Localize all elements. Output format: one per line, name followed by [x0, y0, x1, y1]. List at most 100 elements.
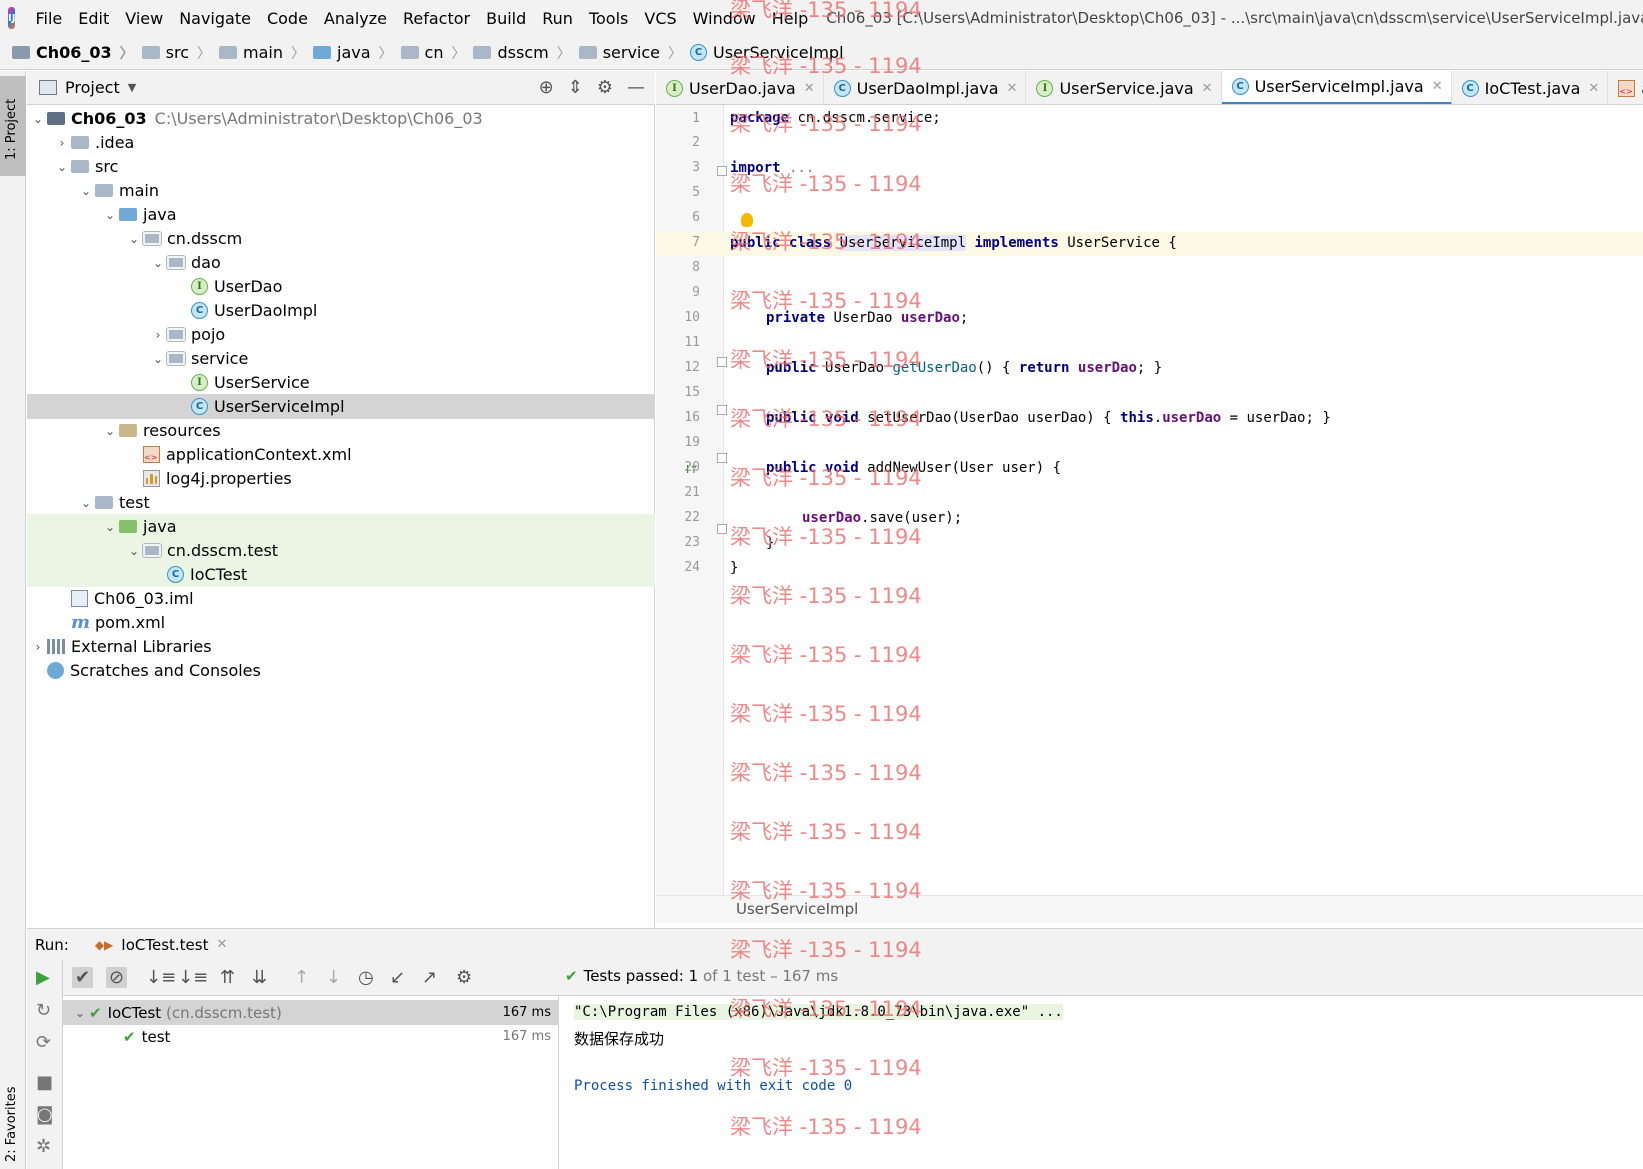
close-icon[interactable]: ✕: [804, 81, 815, 96]
run-tab-ioctest[interactable]: ◆▶ IoCTest.test ✕: [95, 936, 228, 954]
tree-item-src[interactable]: ⌄ src: [27, 154, 655, 179]
menu-tools[interactable]: Tools: [581, 9, 636, 28]
fold-icon[interactable]: [717, 405, 727, 415]
breadcrumb-item-project[interactable]: Ch06_03 〉: [12, 43, 142, 63]
gear-icon[interactable]: ⚙: [456, 967, 472, 988]
menu-refactor[interactable]: Refactor: [395, 9, 478, 28]
project-tool-tab[interactable]: 1: Project: [0, 76, 26, 176]
tree-item-userservice[interactable]: I UserService: [27, 370, 655, 395]
tree-item-applicationcontext[interactable]: <> applicationContext.xml: [27, 442, 655, 467]
tree-item-test-java[interactable]: ⌄ java: [27, 514, 655, 539]
fold-icon[interactable]: [717, 166, 727, 176]
export-tests-icon[interactable]: ↗: [422, 967, 437, 988]
tree-item-project-root[interactable]: ⌄ Ch06_03 C:\Users\Administrator\Desktop…: [27, 106, 655, 131]
chevron-down-icon[interactable]: ⌄: [149, 352, 167, 366]
menu-help[interactable]: Help: [764, 9, 816, 28]
tab-userdaoimpl-java[interactable]: C UserDaoImpl.java ✕: [824, 71, 1027, 104]
show-ignored-icon[interactable]: ⊘: [106, 967, 128, 988]
chevron-down-icon[interactable]: ⌄: [125, 232, 143, 246]
menu-window[interactable]: Window: [685, 9, 764, 28]
menu-code[interactable]: Code: [259, 9, 316, 28]
tree-item-external-libraries[interactable]: › External Libraries: [27, 634, 655, 659]
chevron-down-icon[interactable]: ⌄: [101, 208, 119, 222]
favorites-tool-tab[interactable]: 2: Favorites: [0, 1050, 26, 1169]
breadcrumb-item-java[interactable]: java 〉: [313, 43, 401, 63]
tree-item-cn-dsscm-test[interactable]: ⌄ cn.dsscm.test: [27, 538, 655, 563]
chevron-down-icon[interactable]: ⌄: [77, 496, 95, 510]
menu-analyze[interactable]: Analyze: [316, 9, 395, 28]
chevron-right-icon[interactable]: ›: [53, 136, 71, 150]
tree-item-scratches[interactable]: Scratches and Consoles: [27, 658, 655, 683]
tree-item-cn-dsscm[interactable]: ⌄ cn.dsscm: [27, 226, 655, 251]
menu-vcs[interactable]: VCS: [636, 9, 684, 28]
close-icon[interactable]: ✕: [1202, 81, 1213, 96]
menu-view[interactable]: View: [117, 9, 171, 28]
lightbulb-icon[interactable]: [741, 213, 753, 227]
minimize-icon[interactable]: —: [627, 77, 645, 98]
test-row-ioctest[interactable]: ⌄ ✔ IoCTest (cn.dsscm.test) 167 ms: [63, 1000, 559, 1025]
breadcrumb-item-userserviceimpl[interactable]: C UserServiceImpl: [690, 43, 844, 62]
chevron-right-icon[interactable]: ›: [149, 328, 167, 342]
tree-item-resources[interactable]: ⌄ resources: [27, 418, 655, 443]
rerun-icon[interactable]: ▶: [36, 967, 50, 988]
tree-item-service[interactable]: ⌄ service: [27, 346, 655, 371]
chevron-down-icon[interactable]: ⌄: [149, 256, 167, 270]
breadcrumb-item-main[interactable]: main 〉: [219, 43, 313, 63]
test-history-icon[interactable]: ◷: [358, 967, 374, 988]
import-tests-icon[interactable]: ↙: [390, 967, 405, 988]
tree-item-userserviceimpl[interactable]: C UserServiceImpl: [27, 394, 655, 419]
tree-item-main[interactable]: ⌄ main: [27, 178, 655, 203]
gear-icon[interactable]: ⚙: [597, 77, 613, 98]
close-icon[interactable]: ✕: [1007, 81, 1018, 96]
stop-icon[interactable]: ■: [36, 1072, 53, 1093]
close-icon[interactable]: ✕: [1432, 79, 1443, 94]
fold-icon[interactable]: [717, 453, 727, 463]
tree-item-pom[interactable]: m pom.xml: [27, 610, 655, 635]
tree-item-ioctest[interactable]: C IoCTest: [27, 562, 655, 587]
tab-userserviceimpl-java[interactable]: C UserServiceImpl.java ✕: [1221, 71, 1452, 104]
tree-item-idea[interactable]: › .idea: [27, 130, 655, 155]
close-icon[interactable]: ✕: [1588, 81, 1599, 96]
collapse-all-icon[interactable]: ⇕: [568, 77, 583, 98]
close-icon[interactable]: ✕: [216, 937, 227, 952]
chevron-down-icon[interactable]: ⌄: [71, 1006, 89, 1020]
chevron-down-icon[interactable]: ⌄: [101, 424, 119, 438]
tab-userdao-java[interactable]: I UserDao.java ✕: [656, 71, 824, 104]
breadcrumb-item-dsscm[interactable]: dsscm 〉: [473, 43, 578, 63]
menu-file[interactable]: File: [27, 9, 70, 28]
breadcrumb-item-src[interactable]: src 〉: [141, 43, 219, 63]
collapse-all-icon[interactable]: ⇊: [252, 967, 267, 988]
chevron-down-icon[interactable]: ⌄: [101, 520, 119, 534]
tree-item-java[interactable]: ⌄ java: [27, 202, 655, 227]
chevron-down-icon[interactable]: ⌄: [125, 544, 143, 558]
rerun-failed-icon[interactable]: ↻: [36, 1000, 51, 1021]
code-editor[interactable]: [724, 105, 1643, 895]
tab-ioctest-java[interactable]: C IoCTest.java ✕: [1452, 71, 1609, 104]
expand-all-icon[interactable]: ⇈: [220, 967, 235, 988]
chevron-right-icon[interactable]: ›: [29, 640, 47, 654]
chevron-down-icon[interactable]: ⌄: [53, 160, 71, 174]
debug-icon[interactable]: ✲: [36, 1136, 51, 1157]
breadcrumb-item-cn[interactable]: cn 〉: [400, 43, 474, 63]
chevron-down-icon[interactable]: ⌄: [29, 112, 47, 126]
tree-item-log4j[interactable]: log4j.properties: [27, 466, 655, 491]
locate-target-icon[interactable]: ⊕: [539, 77, 554, 98]
sort-by-duration-icon[interactable]: ↓≡: [178, 967, 208, 988]
show-passed-icon[interactable]: ✔: [72, 967, 94, 988]
menu-edit[interactable]: Edit: [70, 9, 117, 28]
tree-item-dao[interactable]: ⌄ dao: [27, 250, 655, 275]
previous-failed-icon[interactable]: ↑: [294, 967, 309, 988]
tree-item-userdao[interactable]: I UserDao: [27, 274, 655, 299]
tree-item-userdaoimpl[interactable]: C UserDaoImpl: [27, 298, 655, 323]
fold-icon[interactable]: [717, 524, 727, 534]
menu-run[interactable]: Run: [534, 9, 581, 28]
menu-navigate[interactable]: Navigate: [171, 9, 259, 28]
toggle-autotest-icon[interactable]: ⟳: [36, 1032, 51, 1053]
chevron-down-icon[interactable]: ⌄: [77, 184, 95, 198]
project-view-selector[interactable]: Project: [65, 78, 120, 97]
tree-item-test[interactable]: ⌄ test: [27, 490, 655, 515]
tree-item-pojo[interactable]: › pojo: [27, 322, 655, 347]
caret-down-icon[interactable]: ▼: [128, 81, 136, 94]
tree-item-iml[interactable]: Ch06_03.iml: [27, 586, 655, 611]
breadcrumb-item-service[interactable]: service 〉: [578, 43, 690, 63]
